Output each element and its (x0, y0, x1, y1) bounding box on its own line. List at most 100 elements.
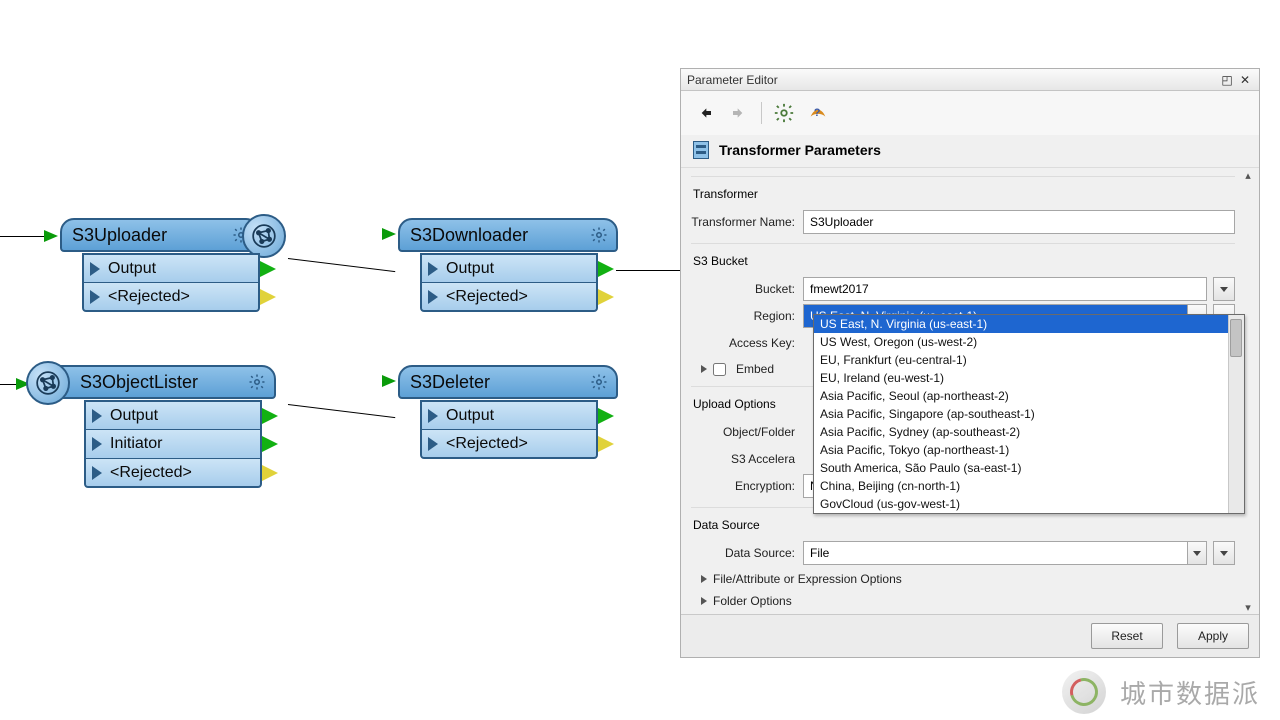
port-label: Output (108, 260, 156, 278)
connector-arrow (44, 230, 58, 242)
port-initiator[interactable]: Initiator (84, 429, 262, 459)
region-option[interactable]: GovCloud (us-gov-west-1) (814, 495, 1244, 513)
node-title-label: S3Deleter (410, 372, 490, 393)
transformer-name-input[interactable] (803, 210, 1235, 234)
region-label: Region: (691, 309, 803, 323)
panel-footer: Reset Apply (681, 614, 1259, 657)
expander-label: Folder Options (713, 594, 792, 608)
data-source-input[interactable] (803, 541, 1187, 565)
bucket-more-button[interactable] (1213, 277, 1235, 301)
chevron-down-icon[interactable] (1187, 541, 1207, 565)
port-connector-icon[interactable] (598, 261, 614, 277)
node-title-label: S3Downloader (410, 225, 528, 246)
apply-button[interactable]: Apply (1177, 623, 1249, 649)
port-connector-icon[interactable] (262, 465, 278, 481)
port-connector-icon[interactable] (598, 408, 614, 424)
region-option[interactable]: Asia Pacific, Tokyo (ap-northeast-1) (814, 441, 1244, 459)
data-source-more-button[interactable] (1213, 541, 1235, 565)
play-icon (428, 437, 438, 451)
node-s3deleter[interactable]: S3Deleter Output <Rejected> (398, 365, 618, 459)
expander-label: File/Attribute or Expression Options (713, 572, 902, 586)
region-option[interactable]: China, Beijing (cn-north-1) (814, 477, 1244, 495)
dropdown-scrollbar[interactable] (1228, 315, 1244, 513)
connector (616, 270, 680, 271)
network-icon (26, 361, 70, 405)
help-button[interactable]: ? (804, 99, 832, 127)
back-button[interactable] (691, 99, 719, 127)
port-label: Output (446, 260, 494, 278)
port-label: <Rejected> (110, 464, 192, 482)
port-output[interactable]: Output (420, 400, 598, 430)
play-icon (428, 409, 438, 423)
node-title[interactable]: S3ObjectLister (32, 365, 276, 399)
node-s3downloader[interactable]: S3Downloader Output <Rejected> (398, 218, 618, 312)
file-attribute-expander[interactable]: File/Attribute or Expression Options (691, 568, 1235, 590)
port-rejected[interactable]: <Rejected> (84, 458, 262, 488)
s3-acceleration-label: S3 Accelera (691, 452, 803, 466)
watermark: 城市数据派 (1062, 670, 1260, 714)
port-output[interactable]: Output (420, 253, 598, 283)
bucket-label: Bucket: (691, 282, 803, 296)
gear-icon[interactable] (588, 371, 610, 393)
panel-titlebar[interactable]: Parameter Editor ◰ ✕ (681, 69, 1259, 91)
port-connector-icon[interactable] (260, 261, 276, 277)
scroll-up-icon[interactable]: ▴ (1241, 168, 1255, 182)
section-title: Transformer Parameters (719, 142, 881, 158)
node-title[interactable]: S3Downloader (398, 218, 618, 252)
panel-toolbar: ? (681, 91, 1259, 135)
port-rejected[interactable]: <Rejected> (82, 282, 260, 312)
region-option[interactable]: South America, São Paulo (sa-east-1) (814, 459, 1244, 477)
network-icon (242, 214, 286, 258)
data-source-combo[interactable] (803, 541, 1207, 565)
settings-button[interactable] (770, 99, 798, 127)
watermark-text: 城市数据派 (1120, 674, 1260, 711)
play-icon (92, 437, 102, 451)
port-connector-icon[interactable] (598, 289, 614, 305)
port-connector-icon[interactable] (598, 436, 614, 452)
gear-icon[interactable] (246, 371, 268, 393)
encryption-label: Encryption: (691, 479, 803, 493)
reset-button[interactable]: Reset (1091, 623, 1163, 649)
dock-icon[interactable]: ◰ (1219, 73, 1235, 87)
port-connector-icon[interactable] (260, 289, 276, 305)
port-rejected[interactable]: <Rejected> (420, 429, 598, 459)
region-option[interactable]: Asia Pacific, Sydney (ap-southeast-2) (814, 423, 1244, 441)
folder-options-expander[interactable]: Folder Options (691, 590, 1235, 612)
node-title[interactable]: S3Deleter (398, 365, 618, 399)
play-icon (428, 290, 438, 304)
watermark-logo-icon (1062, 670, 1106, 714)
port-label: Output (110, 407, 158, 425)
region-option[interactable]: EU, Frankfurt (eu-central-1) (814, 351, 1244, 369)
port-in-icon[interactable] (382, 228, 396, 240)
port-label: <Rejected> (446, 288, 528, 306)
port-in-icon[interactable] (382, 375, 396, 387)
region-option[interactable]: Asia Pacific, Singapore (ap-southeast-1) (814, 405, 1244, 423)
workflow-canvas[interactable]: S3Uploader Output <Rejected> S3Downloade… (0, 0, 680, 720)
node-title[interactable]: S3Uploader (60, 218, 260, 252)
close-icon[interactable]: ✕ (1237, 73, 1253, 87)
region-option[interactable]: EU, Ireland (eu-west-1) (814, 369, 1244, 387)
panel-body: ▴ ▾ Transformer Transformer Name: S3 Buc… (681, 168, 1259, 614)
port-output[interactable]: Output (82, 253, 260, 283)
embed-checkbox[interactable] (713, 363, 726, 376)
group-s3-bucket: S3 Bucket (691, 250, 1235, 274)
forward-button[interactable] (725, 99, 753, 127)
gear-icon[interactable] (588, 224, 610, 246)
bucket-input[interactable] (803, 277, 1207, 301)
port-connector-icon[interactable] (262, 436, 278, 452)
region-option[interactable]: Asia Pacific, Seoul (ap-northeast-2) (814, 387, 1244, 405)
region-option-selected[interactable]: US East, N. Virginia (us-east-1) (814, 315, 1244, 333)
play-icon (428, 262, 438, 276)
region-dropdown[interactable]: US East, N. Virginia (us-east-1) US West… (813, 314, 1245, 514)
node-s3objectlister[interactable]: S3ObjectLister Output Initiator <Rejecte… (32, 365, 276, 488)
data-source-label: Data Source: (691, 546, 803, 560)
port-connector-icon[interactable] (262, 408, 278, 424)
node-s3uploader[interactable]: S3Uploader Output <Rejected> (60, 218, 260, 312)
chevron-right-icon (701, 575, 707, 583)
region-option[interactable]: US West, Oregon (us-west-2) (814, 333, 1244, 351)
scroll-thumb[interactable] (1230, 319, 1242, 357)
scroll-down-icon[interactable]: ▾ (1241, 600, 1255, 614)
svg-text:?: ? (814, 107, 821, 119)
port-rejected[interactable]: <Rejected> (420, 282, 598, 312)
port-output[interactable]: Output (84, 400, 262, 430)
